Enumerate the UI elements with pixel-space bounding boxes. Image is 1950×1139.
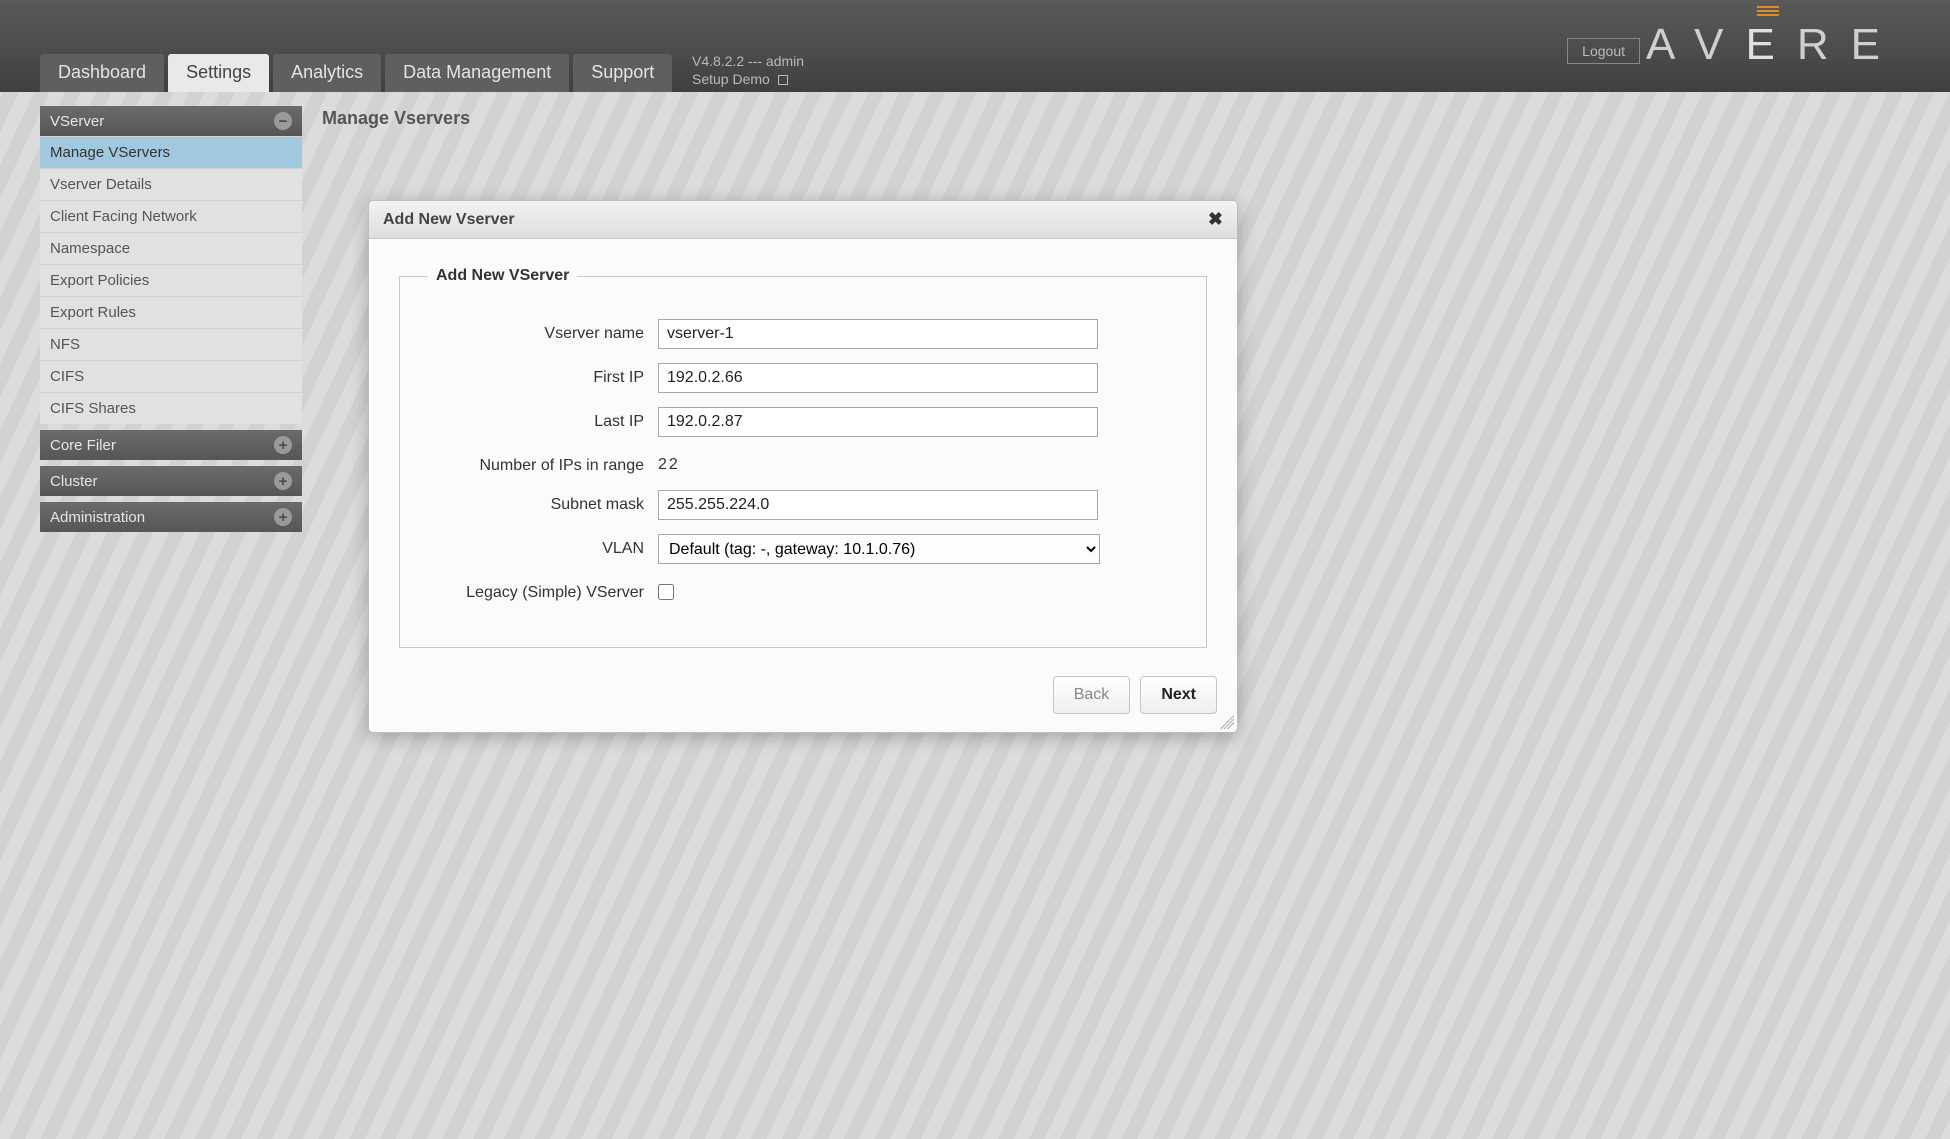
sidebar-item-export-rules[interactable]: Export Rules — [40, 296, 302, 328]
sidebar-item-namespace[interactable]: Namespace — [40, 232, 302, 264]
label-vserver-name: Vserver name — [428, 319, 658, 344]
dialog-title: Add New Vserver — [383, 211, 515, 229]
label-subnet-mask: Subnet mask — [428, 490, 658, 515]
logout-button[interactable]: Logout — [1567, 38, 1640, 64]
brand-letter: V — [1694, 20, 1745, 69]
tab-dashboard[interactable]: Dashboard — [40, 54, 164, 92]
add-vserver-dialog: Add New Vserver ✖ Add New VServer Vserve… — [368, 200, 1238, 733]
sidebar-item-vserver-details[interactable]: Vserver Details — [40, 168, 302, 200]
resize-grip-icon[interactable] — [1220, 715, 1234, 729]
subnet-mask-input[interactable] — [658, 490, 1098, 520]
fieldset-legend: Add New VServer — [428, 267, 577, 285]
brand-logo: AVERE — [1646, 20, 1902, 70]
tab-support[interactable]: Support — [573, 54, 672, 92]
tab-settings[interactable]: Settings — [168, 54, 269, 92]
label-num-ips: Number of IPs in range — [428, 451, 658, 476]
plus-icon: + — [274, 508, 292, 526]
label-first-ip: First IP — [428, 363, 658, 388]
vserver-name-input[interactable] — [658, 319, 1098, 349]
label-vlan: VLAN — [428, 534, 658, 559]
vlan-select[interactable]: Default (tag: -, gateway: 10.1.0.76) — [658, 534, 1100, 564]
add-vserver-fieldset: Add New VServer Vserver name First IP La… — [399, 267, 1207, 648]
sidebar-item-cifs-shares[interactable]: CIFS Shares — [40, 392, 302, 424]
page-title: Manage Vservers — [322, 106, 470, 129]
label-legacy-vserver: Legacy (Simple) VServer — [428, 578, 658, 603]
back-button[interactable]: Back — [1053, 676, 1131, 714]
setup-demo-icon — [778, 75, 788, 85]
sidebar-group-administration[interactable]: Administration + — [40, 502, 302, 532]
sidebar-item-nfs[interactable]: NFS — [40, 328, 302, 360]
close-icon[interactable]: ✖ — [1208, 209, 1223, 230]
num-ips-value: 22 — [658, 451, 680, 474]
tab-analytics[interactable]: Analytics — [273, 54, 381, 92]
dialog-titlebar[interactable]: Add New Vserver ✖ — [369, 201, 1237, 239]
sidebar-group-core-filer[interactable]: Core Filer + — [40, 430, 302, 460]
sidebar-group-label: Core Filer — [50, 437, 116, 454]
tab-data-management[interactable]: Data Management — [385, 54, 569, 92]
brand-letter: A — [1646, 20, 1694, 69]
last-ip-input[interactable] — [658, 407, 1098, 437]
brand-letter-accent: E — [1746, 20, 1797, 70]
setup-demo-link[interactable]: Setup Demo — [692, 71, 770, 87]
sidebar-item-manage-vservers[interactable]: Manage VServers — [40, 136, 302, 168]
sidebar-group-label: Cluster — [50, 473, 98, 490]
sidebar-group-vserver[interactable]: VServer − — [40, 106, 302, 136]
first-ip-input[interactable] — [658, 363, 1098, 393]
sidebar-group-cluster[interactable]: Cluster + — [40, 466, 302, 496]
sidebar-group-label: VServer — [50, 113, 104, 130]
plus-icon: + — [274, 472, 292, 490]
version-line: V4.8.2.2 --- admin — [692, 52, 804, 70]
legacy-vserver-checkbox[interactable] — [658, 584, 674, 600]
brand-letter: R — [1797, 20, 1851, 69]
brand-letter: E — [1851, 20, 1902, 69]
sidebar-group-label: Administration — [50, 509, 145, 526]
top-bar: Logout AVERE Dashboard Settings Analytic… — [0, 0, 1950, 92]
nav-tabs: Dashboard Settings Analytics Data Manage… — [40, 54, 672, 92]
minus-icon: − — [274, 112, 292, 130]
sidebar-item-cifs[interactable]: CIFS — [40, 360, 302, 392]
sidebar: VServer − Manage VServers Vserver Detail… — [40, 106, 302, 532]
label-last-ip: Last IP — [428, 407, 658, 432]
sidebar-item-export-policies[interactable]: Export Policies — [40, 264, 302, 296]
next-button[interactable]: Next — [1140, 676, 1217, 714]
plus-icon: + — [274, 436, 292, 454]
sidebar-item-client-facing-network[interactable]: Client Facing Network — [40, 200, 302, 232]
version-info: V4.8.2.2 --- admin Setup Demo — [692, 52, 804, 88]
